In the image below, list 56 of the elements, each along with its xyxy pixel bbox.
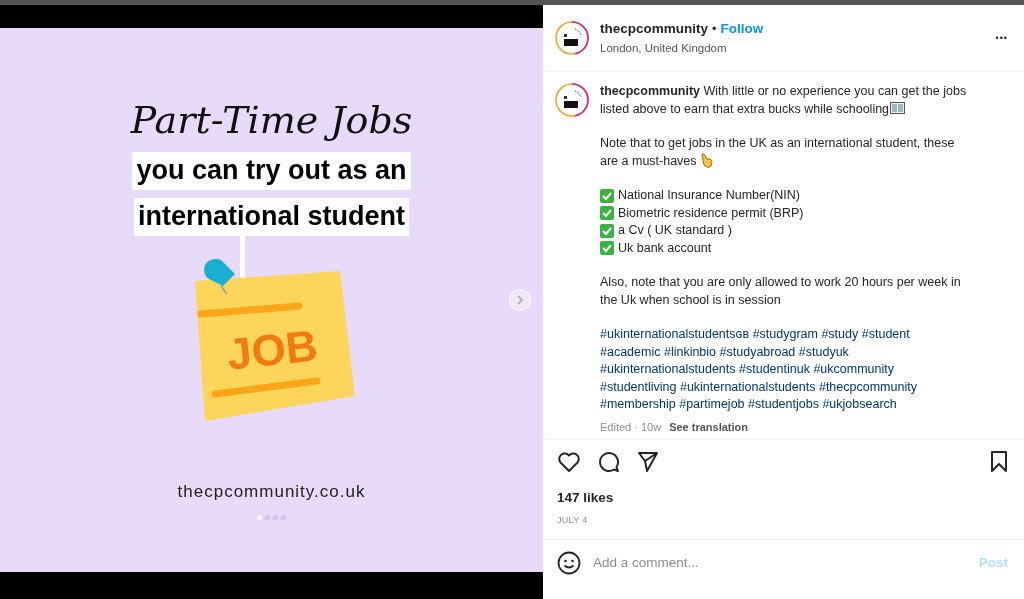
avatar-logo[interactable] [555,21,589,55]
hashtag-link[interactable]: #ukcommunity [813,362,894,376]
hashtag-link[interactable]: #academic [600,344,661,359]
hashtag-link[interactable]: #membership [600,397,676,411]
carousel-dot[interactable] [265,515,270,521]
checkmark-icon [600,188,614,203]
separator-dot: • [712,21,717,38]
checkmark-icon [600,206,614,221]
book-icon [890,101,906,114]
location-link[interactable]: London, United Kingdom [600,39,764,57]
website-text: thecpcommunity.co.uk [177,480,366,503]
share-button[interactable] [637,451,659,473]
checkmark-icon [600,223,614,238]
emoji-button[interactable] [557,550,581,575]
chevron-right-icon [516,295,524,305]
comment-button[interactable] [597,450,621,474]
hashtag-link[interactable]: #studyuk [798,344,849,359]
caption-intro: thecpcommunity With little or no experience you can get the jobs listed above to earn that extra bucks while schooling [600,83,968,118]
hashtag-link[interactable]: #ukjobsearch [822,397,897,411]
hashtag-link[interactable]: #ukinternationalstudents [600,362,736,376]
avatar-logo[interactable] [555,83,589,117]
edited-time: Edited · 10w [600,420,662,433]
pointing-hand-icon [700,152,714,168]
carousel-dot[interactable] [281,515,286,521]
requirement-text: Biometric residence permit (BRP) [618,204,804,222]
likes-count[interactable]: 147 likes [543,474,1024,509]
bookmark-button[interactable] [990,451,1008,473]
requirement-text: a Cv ( UK standard ) [618,222,732,239]
hashtag-link[interactable]: #studyabroad [719,344,796,359]
hashtag-link[interactable]: #study [821,327,859,341]
hashtag-link[interactable]: #partimejob [679,397,745,411]
slide-subtitle: you can try out as an [132,151,411,190]
see-translation-link[interactable]: See translation [669,420,748,433]
like-button[interactable] [557,451,581,473]
username-link[interactable]: thecpcommunity [600,19,708,40]
requirement-text: Uk bank account [618,239,712,257]
more-options-button[interactable]: ••• [995,33,1008,43]
slide-subtitle: international student [134,197,409,236]
caption-text: Also, note that you are only allowed to work 20 hours per week in the Uk when school is in session [600,274,962,309]
hashtag-link[interactable]: #studygram [752,327,818,341]
hashtag-link[interactable]: #student [861,327,910,341]
hashtag-link[interactable]: #studentinuk [739,362,810,376]
slide-title: Part-Time Jobs [130,100,413,142]
hashtag-link[interactable]: #thecpcommunity [818,379,917,394]
caption-note: Note that to get jobs in the UK as an international student, these are a must-haves [600,135,956,170]
carousel-dot[interactable] [257,515,262,521]
requirement-text: National Insurance Number(NIN) [618,187,800,204]
carousel-dot[interactable] [273,515,278,521]
hashtag-link[interactable]: #ukinternationalstudentsɢʙ [600,327,750,341]
note-label: JOB [224,323,320,377]
hashtag-link[interactable]: #studentliving [600,379,677,394]
hashtag-link[interactable]: #linkinbio [663,344,717,359]
post-date: JULY 4 [556,514,589,528]
hashtag-link[interactable]: #studentjobs [748,397,819,411]
checkmark-icon [600,241,614,256]
hashtag-link[interactable]: #ukinternationalstudents [679,379,816,394]
